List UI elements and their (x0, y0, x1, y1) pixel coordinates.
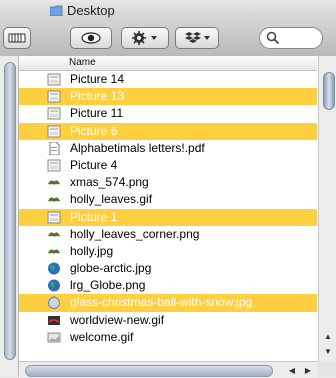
worldview-icon (47, 314, 61, 327)
column-header[interactable]: Name (19, 56, 317, 71)
list-item-label: worldview-new.gif (70, 312, 165, 327)
list-item[interactable]: Picture 4 (19, 157, 317, 174)
file-list-area: Name Picture 14 Picture 13 Picture 11 Pictu… (0, 56, 336, 378)
list-item[interactable]: lrg_Globe.png (19, 277, 317, 294)
sidebar-scrollbar[interactable] (0, 56, 19, 377)
list-item[interactable]: Picture 6 (19, 122, 317, 140)
list-item-label: Picture 4 (70, 157, 118, 172)
holly-icon (47, 245, 61, 258)
gear-icon (132, 31, 157, 45)
holly-icon (47, 176, 61, 189)
list-item[interactable]: worldview-new.gif (19, 312, 317, 329)
scroll-up-arrow-icon[interactable]: ▲ (320, 329, 336, 343)
name-column-header[interactable]: Name (69, 57, 96, 68)
ornament-icon (47, 296, 61, 310)
scroll-left-arrow-icon[interactable]: ◀ (284, 363, 300, 377)
list-item[interactable]: Picture 14 (19, 71, 317, 88)
dropbox-menu-button[interactable] (175, 27, 219, 49)
list-item[interactable]: Picture 13 (19, 88, 317, 106)
list-item-label: holly_leaves.gif (70, 192, 153, 207)
list-item[interactable]: welcome.gif (19, 329, 317, 346)
list-item-label: holly.jpg (70, 243, 114, 258)
folder-icon (50, 5, 63, 16)
vertical-scroll-thumb[interactable] (323, 72, 335, 110)
globe-icon (47, 279, 61, 292)
pdf-icon (47, 141, 61, 156)
resize-corner[interactable] (318, 361, 336, 377)
toolbar (0, 22, 336, 57)
list-item[interactable]: xmas_574.png (19, 174, 317, 191)
horizontal-scroll-thumb[interactable] (25, 365, 273, 377)
title-bar[interactable]: Desktop (0, 0, 336, 23)
eye-icon (81, 32, 101, 44)
screenshot-icon (47, 211, 61, 224)
screenshot-icon (47, 125, 61, 138)
list-item-label: glass-christmas-ball-with-snow.jpg (70, 295, 253, 310)
list-item-label: xmas_574.png (70, 175, 149, 190)
list-item-label: lrg_Globe.png (70, 278, 146, 293)
holly-icon (47, 193, 61, 206)
search-field[interactable] (259, 27, 323, 49)
scroll-right-arrow-icon[interactable]: ▶ (300, 363, 316, 377)
list-item-label: welcome.gif (70, 329, 134, 344)
list-item[interactable]: glass-christmas-ball-with-snow.jpg (19, 294, 317, 312)
sidebar-scroll-thumb[interactable] (4, 62, 16, 360)
quick-look-button[interactable] (70, 27, 112, 49)
window-title: Desktop (50, 3, 115, 18)
magnifier-icon (266, 31, 280, 45)
finder-window: Desktop Name Picture 14 Picture 13 Pictu… (0, 0, 336, 378)
scroll-down-arrow-icon[interactable]: ▼ (320, 344, 336, 358)
list-item-label: Picture 11 (70, 106, 124, 121)
file-rows: Picture 14 Picture 13 Picture 11 Picture 6 A… (19, 71, 317, 346)
list-item[interactable]: Alphabetimals letters!.pdf (19, 140, 317, 157)
title-text: Desktop (67, 3, 115, 18)
globe-icon (47, 262, 61, 275)
list-item[interactable]: globe-arctic.jpg (19, 260, 317, 277)
list-item[interactable]: Picture 1 (19, 208, 317, 226)
action-menu-button[interactable] (121, 27, 169, 49)
image-icon (47, 331, 61, 344)
vertical-scrollbar[interactable]: ▲ ▼ (318, 56, 336, 361)
list-item-label: Picture 6 (70, 123, 118, 138)
screenshot-icon (47, 90, 61, 103)
list-item[interactable]: holly_leaves_corner.png (19, 226, 317, 243)
list-item[interactable]: holly.jpg (19, 243, 317, 260)
horizontal-scrollbar[interactable]: ◀ ▶ (19, 361, 318, 378)
list-item-label: Picture 14 (70, 72, 125, 86)
list-item-label: holly_leaves_corner.png (70, 226, 200, 241)
list-view-icon (8, 33, 26, 43)
list-item-label: globe-arctic.jpg (70, 261, 152, 276)
list-item[interactable]: holly_leaves.gif (19, 191, 317, 208)
list-item-label: Picture 13 (70, 89, 125, 104)
screenshot-icon (47, 159, 61, 172)
holly-icon (47, 228, 61, 241)
dropbox-icon (185, 32, 210, 43)
screenshot-icon (47, 107, 61, 120)
list-item-label: Alphabetimals letters!.pdf (70, 140, 205, 155)
list-item[interactable]: Picture 11 (19, 105, 317, 122)
list-view-button[interactable] (3, 27, 31, 49)
screenshot-icon (47, 73, 61, 86)
list-item-label: Picture 1 (70, 209, 118, 224)
